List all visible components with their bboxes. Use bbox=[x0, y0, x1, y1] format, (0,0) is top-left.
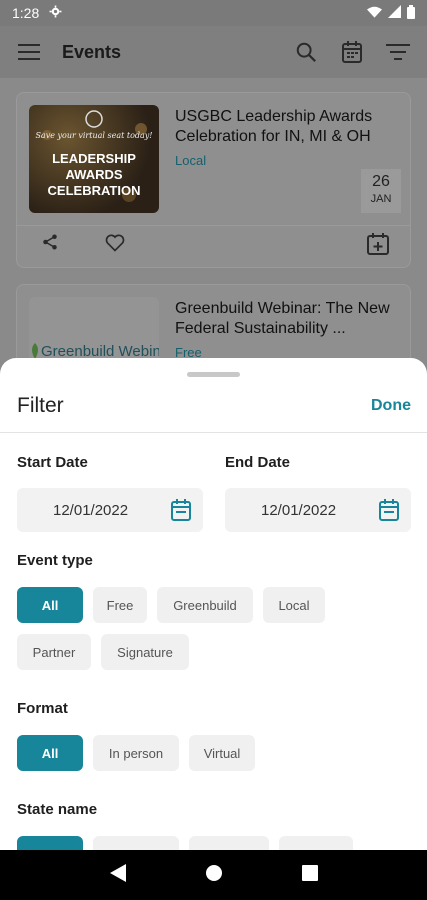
format-chips: All In person Virtual bbox=[17, 735, 255, 771]
event-type-label: Event type bbox=[17, 552, 93, 569]
image-heading: LEADERSHIP AWARDS CELEBRATION bbox=[29, 151, 159, 199]
chip-state[interactable] bbox=[93, 836, 179, 850]
event-title[interactable]: USGBC Leadership Awards Celebration for … bbox=[175, 107, 399, 147]
menu-icon[interactable] bbox=[16, 39, 42, 65]
settings-icon bbox=[49, 5, 62, 21]
heart-icon[interactable] bbox=[105, 233, 125, 258]
page-title: Events bbox=[62, 41, 122, 62]
recents-icon[interactable] bbox=[301, 864, 318, 886]
format-label: Format bbox=[17, 700, 68, 717]
event-type-chips-row2: Partner Signature bbox=[17, 634, 189, 670]
state-chips bbox=[17, 836, 353, 850]
image-heading-line1: LEADERSHIP AWARDS bbox=[52, 151, 136, 182]
system-nav-bar bbox=[0, 850, 427, 900]
event-date: 26 JAN bbox=[361, 169, 401, 213]
sheet-divider bbox=[0, 432, 427, 433]
filter-sheet: Filter Done Start Date End Date 12/01/20… bbox=[0, 358, 427, 850]
chip-all[interactable]: All bbox=[17, 587, 83, 623]
chip-state[interactable] bbox=[189, 836, 269, 850]
filter-title: Filter bbox=[17, 394, 64, 417]
chip-all[interactable]: All bbox=[17, 735, 83, 771]
event-type-chips-row1: All Free Greenbuild Local bbox=[17, 587, 325, 623]
chip-in-person[interactable]: In person bbox=[93, 735, 179, 771]
start-date-label: Start Date bbox=[17, 454, 88, 471]
chip-free[interactable]: Free bbox=[93, 587, 147, 623]
status-bar: 1:28 bbox=[0, 0, 427, 26]
search-icon[interactable] bbox=[293, 39, 319, 65]
image-heading-line2: CELEBRATION bbox=[47, 183, 141, 198]
status-icons bbox=[367, 4, 415, 22]
chip-virtual[interactable]: Virtual bbox=[189, 735, 255, 771]
calendar-icon[interactable] bbox=[171, 499, 191, 526]
chip-state[interactable] bbox=[17, 836, 83, 850]
event-image: Save your virtual seat today! LEADERSHIP… bbox=[29, 105, 159, 213]
greenbuild-logo-text: Greenbuild Webina bbox=[41, 342, 159, 360]
app-bar: Events bbox=[0, 26, 427, 78]
drag-handle[interactable] bbox=[187, 372, 240, 377]
done-button[interactable]: Done bbox=[371, 397, 411, 415]
back-icon[interactable] bbox=[109, 863, 126, 887]
card-divider bbox=[17, 225, 410, 226]
greenbuild-logo: Greenbuild Webina bbox=[29, 343, 159, 360]
end-date-field[interactable]: 12/01/2022 bbox=[225, 488, 411, 532]
signal-icon bbox=[388, 5, 401, 21]
start-date-field[interactable]: 12/01/2022 bbox=[17, 488, 203, 532]
add-to-calendar-icon[interactable] bbox=[367, 233, 389, 260]
chip-partner[interactable]: Partner bbox=[17, 634, 91, 670]
calendar-icon[interactable] bbox=[379, 499, 399, 526]
end-date-value: 12/01/2022 bbox=[261, 501, 337, 519]
chip-local[interactable]: Local bbox=[263, 587, 325, 623]
share-icon[interactable] bbox=[41, 233, 59, 256]
battery-icon bbox=[407, 4, 415, 22]
home-icon[interactable] bbox=[205, 864, 223, 887]
event-month: JAN bbox=[370, 193, 392, 205]
event-card[interactable]: Save your virtual seat today! LEADERSHIP… bbox=[16, 92, 411, 268]
event-tag: Local bbox=[175, 153, 207, 168]
status-time: 1:28 bbox=[12, 5, 40, 21]
image-tagline: Save your virtual seat today! bbox=[35, 131, 153, 140]
calendar-icon[interactable] bbox=[339, 39, 365, 65]
end-date-label: End Date bbox=[225, 454, 291, 471]
state-name-label: State name bbox=[17, 801, 98, 818]
chip-greenbuild[interactable]: Greenbuild bbox=[157, 587, 253, 623]
event-day: 26 bbox=[372, 173, 390, 190]
event-title[interactable]: Greenbuild Webinar: The New Federal Sust… bbox=[175, 299, 399, 339]
filter-icon[interactable] bbox=[385, 39, 411, 65]
chip-signature[interactable]: Signature bbox=[101, 634, 189, 670]
chip-state[interactable] bbox=[279, 836, 353, 850]
start-date-value: 12/01/2022 bbox=[53, 501, 129, 519]
wifi-icon bbox=[367, 5, 382, 21]
